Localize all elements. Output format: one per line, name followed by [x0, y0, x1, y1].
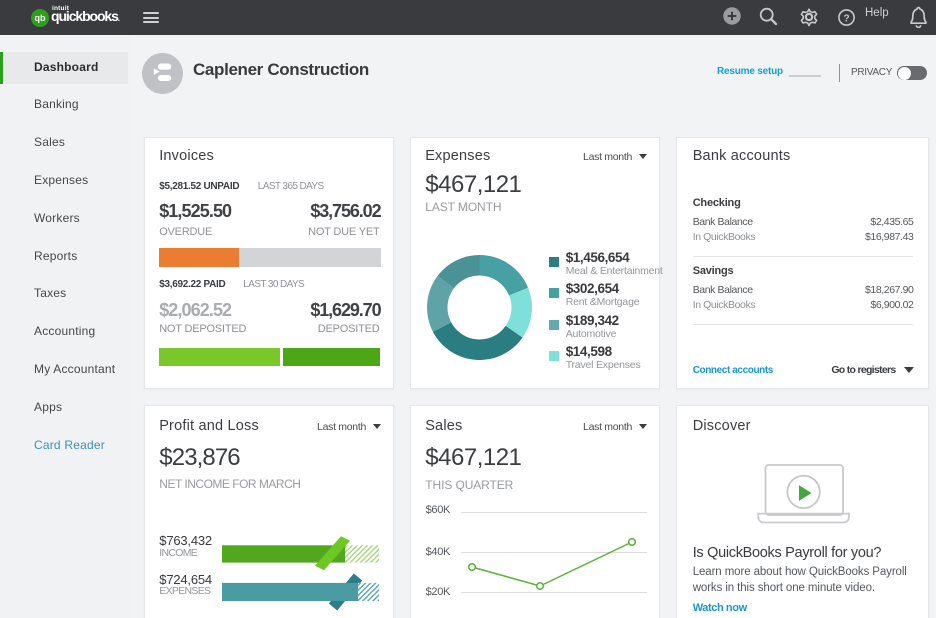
svg-text:?: ?: [843, 13, 849, 24]
